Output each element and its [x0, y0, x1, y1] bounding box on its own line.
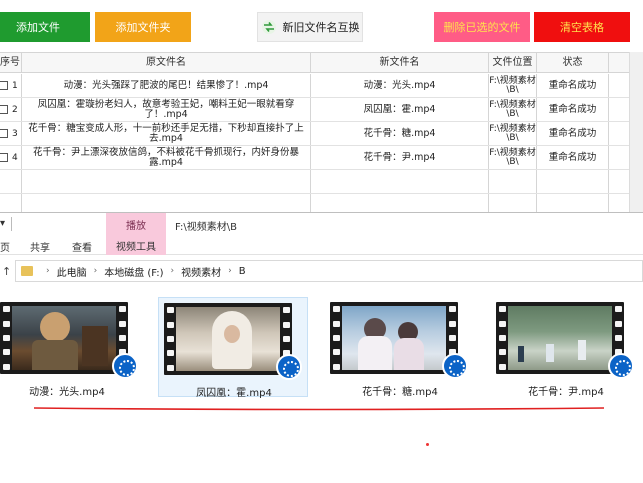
delete-selected-button[interactable]: 删除已选的文件 — [434, 12, 530, 42]
header-new: 新文件名 — [311, 53, 489, 72]
file-name: 花千骨：糖.mp4 — [362, 387, 438, 398]
file-grid: 动漫：光头.mp4 凤囚凰：霍.mp4 花千骨：糖.mp4 花千骨：尹.mp4 — [0, 297, 643, 407]
row-checkbox[interactable] — [0, 105, 8, 114]
video-app-badge-icon — [276, 354, 302, 380]
swap-icon — [261, 20, 276, 34]
swap-names-button[interactable]: 新旧文件名互换 — [257, 12, 363, 42]
header-location: 文件位置 — [489, 53, 537, 72]
window-title: F:\视频素材\B — [175, 222, 237, 233]
row-checkbox[interactable] — [0, 81, 8, 90]
video-thumbnail — [330, 302, 458, 374]
video-app-badge-icon — [442, 353, 468, 379]
address-bar[interactable]: › 此电脑 › 本地磁盘 (F:) › 视频素材 › B — [15, 260, 643, 282]
add-file-button[interactable]: 添加文件 — [0, 12, 90, 42]
file-location: F:\视频素材\B\ — [489, 74, 537, 97]
row-number: 4 — [12, 152, 18, 163]
renamer-app: 添加文件 添加文件夹 新旧文件名互换 删除已选的文件 清空表格 序号 原文件名 … — [0, 0, 643, 218]
file-location: F:\视频素材\B\ — [489, 98, 537, 121]
file-location: F:\视频素材\B\ — [489, 146, 537, 169]
status: 重命名成功 — [537, 74, 609, 97]
video-thumbnail — [0, 302, 128, 374]
up-arrow-icon[interactable]: ↑ — [2, 265, 11, 278]
table-scrollbar[interactable] — [629, 52, 643, 212]
video-app-badge-icon — [112, 353, 138, 379]
video-thumbnail — [164, 303, 292, 375]
table-header: 序号 原文件名 新文件名 文件位置 状态 — [0, 53, 629, 73]
file-item[interactable]: 动漫：光头.mp4 — [0, 297, 142, 398]
tab-view[interactable]: 查看 — [72, 239, 92, 254]
ribbon-tabs: 页 共享 查看 视频工具 — [0, 235, 643, 255]
chevron-right-icon[interactable]: › — [46, 266, 50, 276]
red-dot-annotation — [426, 443, 429, 446]
header-status: 状态 — [537, 53, 609, 72]
table-row-empty — [0, 170, 629, 194]
tab-home[interactable]: 页 — [0, 239, 10, 254]
file-item-selected[interactable]: 凤囚凰：霍.mp4 — [158, 297, 308, 399]
tab-share[interactable]: 共享 — [30, 239, 50, 254]
status: 重命名成功 — [537, 146, 609, 169]
row-checkbox[interactable] — [0, 153, 8, 162]
video-thumbnail — [496, 302, 624, 374]
address-row: ↑ › 此电脑 › 本地磁盘 (F:) › 视频素材 › B — [0, 260, 643, 284]
chevron-right-icon[interactable]: › — [94, 266, 98, 276]
red-underline-annotation — [34, 407, 604, 411]
header-no: 序号 — [0, 53, 22, 72]
add-folder-button[interactable]: 添加文件夹 — [95, 12, 191, 42]
file-explorer: ▾ 播放 F:\视频素材\B 页 共享 查看 视频工具 ↑ › 此电脑 › 本地… — [0, 212, 643, 483]
file-location: F:\视频素材\B\ — [489, 122, 537, 145]
file-name: 花千骨：尹.mp4 — [528, 387, 604, 398]
header-original: 原文件名 — [22, 53, 311, 72]
row-checkbox[interactable] — [0, 129, 8, 138]
tab-video-tools[interactable]: 视频工具 — [106, 235, 166, 255]
row-number: 1 — [12, 80, 18, 91]
new-name: 花千骨：糖.mp4 — [311, 122, 489, 145]
status: 重命名成功 — [537, 98, 609, 121]
new-name: 凤囚凰：霍.mp4 — [311, 98, 489, 121]
original-name: 凤囚凰：霍璇扮老妇人，故意考验王妃，嘲料王妃一眼就看穿了！.mp4 — [22, 98, 311, 121]
breadcrumb-local-disk[interactable]: 本地磁盘 (F:) — [104, 264, 163, 279]
swap-label: 新旧文件名互换 — [282, 21, 360, 34]
new-name: 动漫：光头.mp4 — [311, 74, 489, 97]
play-tool-header: 播放 — [106, 213, 166, 235]
video-app-badge-icon — [608, 353, 634, 379]
table-row[interactable]: 3 花千骨：糖宝变成人形，十一前秒还手足无措，下秒却直接扑了上去.mp4 花千骨… — [0, 122, 629, 146]
folder-icon — [21, 266, 33, 276]
chevron-right-icon[interactable]: › — [228, 266, 232, 276]
file-item[interactable]: 花千骨：尹.mp4 — [491, 297, 641, 398]
file-table: 序号 原文件名 新文件名 文件位置 状态 1 动漫：光头强踩了肥波的尾巴！结果惨… — [0, 52, 629, 218]
quick-access-dropdown-icon[interactable]: ▾ — [0, 218, 5, 229]
status: 重命名成功 — [537, 122, 609, 145]
clear-table-button[interactable]: 清空表格 — [534, 12, 630, 42]
new-name: 花千骨：尹.mp4 — [311, 146, 489, 169]
row-number: 3 — [12, 128, 18, 139]
original-name: 花千骨：糖宝变成人形，十一前秒还手足无措，下秒却直接扑了上去.mp4 — [22, 122, 311, 145]
original-name: 花千骨：尹上漂深夜放信鸽，不料被花千骨抓现行，内奸身份暴露.mp4 — [22, 146, 311, 169]
file-item[interactable]: 花千骨：糖.mp4 — [325, 297, 475, 398]
breadcrumb-b[interactable]: B — [239, 266, 246, 277]
title-row: ▾ 播放 F:\视频素材\B — [0, 213, 643, 235]
breadcrumb-this-pc[interactable]: 此电脑 — [57, 264, 87, 279]
table-row[interactable]: 2 凤囚凰：霍璇扮老妇人，故意考验王妃，嘲料王妃一眼就看穿了！.mp4 凤囚凰：… — [0, 98, 629, 122]
original-name: 动漫：光头强踩了肥波的尾巴！结果惨了！.mp4 — [22, 74, 311, 97]
table-row[interactable]: 4 花千骨：尹上漂深夜放信鸽，不料被花千骨抓现行，内奸身份暴露.mp4 花千骨：… — [0, 146, 629, 170]
row-number: 2 — [12, 104, 18, 115]
breadcrumb-video-folder[interactable]: 视频素材 — [181, 264, 221, 279]
table-row[interactable]: 1 动漫：光头强踩了肥波的尾巴！结果惨了！.mp4 动漫：光头.mp4 F:\视… — [0, 74, 629, 98]
file-name: 凤囚凰：霍.mp4 — [196, 388, 272, 399]
file-name: 动漫：光头.mp4 — [29, 387, 105, 398]
chevron-right-icon[interactable]: › — [171, 266, 175, 276]
